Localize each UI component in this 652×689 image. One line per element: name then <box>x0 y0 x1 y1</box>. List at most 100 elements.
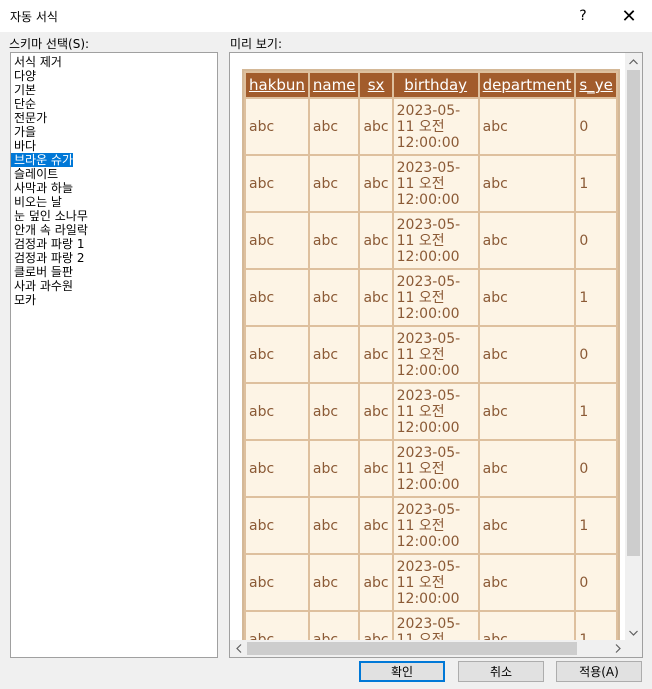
table-cell: 2023-05-11 오전 12:00:00 <box>393 555 478 610</box>
table-row: abc abc abc 2023-05-11 오전 12:00:00 abc 0 <box>246 441 616 496</box>
table-row: abc abc abc 2023-05-11 오전 12:00:00 abc 0 <box>246 99 616 154</box>
scheme-list-item[interactable]: 서식 제거 <box>11 55 62 69</box>
table-row: abcabcabc2023-05-11 오전 12:00:00abc1 <box>246 156 616 211</box>
table-row: abc abc abc 2023-05-11 오전 12:00:00 abc 0 <box>246 555 616 610</box>
table-cell: 2023-05-11 오전 12:00:00 <box>393 441 478 496</box>
table-cell: abc <box>246 327 308 382</box>
table-cell: abc <box>360 612 392 641</box>
table-cell: 2023-05-11 오전 12:00:00 <box>393 498 478 553</box>
table-cell: 2023-05-11 오전 12:00:00 <box>393 213 478 268</box>
chevron-down-icon[interactable] <box>625 624 642 641</box>
preview-pane: hakbun name sx birthday department s_ye abc ab… <box>229 52 643 658</box>
table-cell: abc <box>479 213 575 268</box>
scheme-list-item[interactable]: 비오는 날 <box>11 195 62 209</box>
scheme-list-item[interactable]: 사막과 하늘 <box>11 181 73 195</box>
table-cell: 1 <box>576 384 616 439</box>
scheme-list-item[interactable]: 바다 <box>11 139 36 153</box>
preview-column-header: name <box>309 73 359 97</box>
table-cell: abc <box>360 441 392 496</box>
scheme-list-item[interactable]: 브라운 슈가 <box>11 153 74 167</box>
table-row: abc abc abc 2023-05-11 오전 12:00:00 abc 0 <box>246 327 616 382</box>
cancel-button[interactable]: 취소 <box>458 661 544 682</box>
table-cell: abc <box>479 384 575 439</box>
table-cell: abc <box>309 99 359 154</box>
table-cell: 2023-05-11 오전 12:00:00 <box>393 99 478 154</box>
scroll-corner <box>625 640 642 657</box>
chevron-right-icon[interactable] <box>609 640 626 657</box>
preview-column-header: department <box>479 73 575 97</box>
table-cell: abc <box>246 441 308 496</box>
preview-header-row: hakbun name sx birthday department s_ye <box>246 73 616 97</box>
table-cell: abc <box>479 441 575 496</box>
horizontal-scroll-thumb[interactable] <box>247 642 577 655</box>
table-cell: 1 <box>576 498 616 553</box>
table-cell: 2023-05-11 오전 12:00:00 <box>393 270 478 325</box>
help-icon: ? <box>579 8 587 24</box>
table-cell: abc <box>479 555 575 610</box>
preview-column-header: hakbun <box>246 73 308 97</box>
ok-button[interactable]: 확인 <box>359 661 445 682</box>
scheme-list-item[interactable]: 슬레이트 <box>11 167 58 181</box>
help-button[interactable]: ? <box>560 0 606 32</box>
table-cell: 2023-05-11 오전 12:00:00 <box>393 327 478 382</box>
table-cell: 0 <box>576 441 616 496</box>
chevron-left-icon[interactable] <box>230 640 247 657</box>
scheme-list-item[interactable]: 단순 <box>11 97 36 111</box>
scheme-list-item[interactable]: 안개 속 라일락 <box>11 223 88 237</box>
table-cell: abc <box>360 384 392 439</box>
dialog-body: 스키마 선택(S): 미리 보기: 서식 제거 다양 기본 단순 전문가 가을 바다 브라운 … <box>0 32 652 689</box>
table-cell: abc <box>309 384 359 439</box>
preview-column-header: sx <box>360 73 392 97</box>
scheme-list-item[interactable]: 클로버 들판 <box>11 265 73 279</box>
scheme-list-item[interactable]: 기본 <box>11 83 36 97</box>
close-button[interactable]: ✕ <box>606 0 652 32</box>
table-cell: abc <box>246 498 308 553</box>
table-cell: abc <box>479 612 575 641</box>
table-cell: abc <box>360 213 392 268</box>
scheme-list-item[interactable]: 모카 <box>11 293 36 307</box>
table-cell: abc <box>309 327 359 382</box>
table-cell: abc <box>309 441 359 496</box>
table-cell: abc <box>479 270 575 325</box>
table-cell: abc <box>309 498 359 553</box>
vertical-scroll-thumb[interactable] <box>627 70 640 556</box>
table-cell: abc <box>360 327 392 382</box>
table-cell: 0 <box>576 555 616 610</box>
table-row: abcabcabc2023-05-11 오전 12:00:00abc1 <box>246 270 616 325</box>
preview-table-body: abc abc abc 2023-05-11 오전 12:00:00 abc 0 abc ab… <box>246 99 616 641</box>
table-cell: 1 <box>576 156 616 211</box>
table-cell: abc <box>246 270 308 325</box>
table-cell: 2023-05-11 오전 12:00:00 <box>393 612 478 641</box>
table-row: abcabcabc2023-05-11 오전 12:00:00abc1 <box>246 384 616 439</box>
scheme-list-item[interactable]: 가을 <box>11 125 36 139</box>
scheme-list-item[interactable]: 다양 <box>11 69 36 83</box>
table-cell: abc <box>309 213 359 268</box>
table-cell: abc <box>479 99 575 154</box>
scheme-list-item[interactable]: 검정과 파랑 1 <box>11 237 84 251</box>
table-cell: abc <box>479 156 575 211</box>
chevron-up-icon[interactable] <box>625 53 642 70</box>
table-cell: 2023-05-11 오전 12:00:00 <box>393 384 478 439</box>
table-cell: abc <box>309 555 359 610</box>
close-icon: ✕ <box>621 5 637 27</box>
vertical-scrollbar[interactable] <box>625 53 642 641</box>
apply-button[interactable]: 적용(A) <box>556 661 642 682</box>
table-row: abcabcabc2023-05-11 오전 12:00:00abc1 <box>246 498 616 553</box>
scheme-select-label: 스키마 선택(S): <box>9 37 90 51</box>
title-bar: 자동 서식 ? ✕ <box>0 0 652 32</box>
table-cell: abc <box>360 99 392 154</box>
scheme-list-item[interactable]: 눈 덮인 소나무 <box>11 209 88 223</box>
table-cell: abc <box>246 612 308 641</box>
scheme-list-item[interactable]: 검정과 파랑 2 <box>11 251 84 265</box>
preview-column-header: s_ye <box>576 73 616 97</box>
preview-column-header: birthday <box>393 73 478 97</box>
scheme-listbox[interactable]: 서식 제거 다양 기본 단순 전문가 가을 바다 브라운 슈가 슬레이트 사막과 하늘 비오는 날눈… <box>10 52 218 658</box>
table-row: abc abc abc 2023-05-11 오전 12:00:00 abc 0 <box>246 213 616 268</box>
table-cell: abc <box>479 327 575 382</box>
preview-viewport: hakbun name sx birthday department s_ye abc ab… <box>230 53 626 641</box>
scheme-list-item[interactable]: 전문가 <box>11 111 47 125</box>
horizontal-scrollbar[interactable] <box>230 640 626 657</box>
scheme-list-item[interactable]: 사과 과수원 <box>11 279 73 293</box>
table-cell: 0 <box>576 213 616 268</box>
table-cell: 0 <box>576 327 616 382</box>
